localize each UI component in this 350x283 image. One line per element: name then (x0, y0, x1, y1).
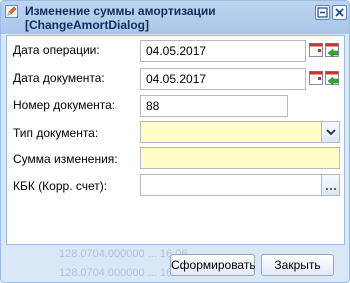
ellipsis-icon (326, 188, 336, 190)
form-panel: Дата операции: 04.05.2017 Дата документа… (6, 35, 345, 245)
minimize-button[interactable] (315, 5, 330, 20)
change-amort-dialog: Изменение суммы амортизации [ChangeAmort… (0, 0, 350, 283)
title-bar[interactable]: Изменение суммы амортизации [ChangeAmort… (1, 1, 349, 34)
clear-date-icon[interactable] (325, 70, 340, 86)
operation-date-label: Дата операции: (13, 43, 100, 57)
background-row: 128.0704.000000 ... 16.06 (59, 248, 188, 260)
window-close-icon (335, 8, 344, 17)
title-line-2: [ChangeAmortDialog] (25, 18, 149, 32)
chevron-down-icon (326, 129, 336, 136)
document-date-label: Дата документа: (13, 71, 105, 85)
document-type-dropdown-button[interactable] (322, 121, 340, 143)
background-row: 128.0704.000000 ... 16.06 (59, 267, 188, 279)
title-line-1: Изменение суммы амортизации (25, 4, 216, 18)
kbk-input[interactable] (140, 174, 322, 196)
kbk-label: КБК (Корр. счет): (13, 179, 108, 193)
close-window-button[interactable] (332, 5, 347, 20)
document-date-input[interactable]: 04.05.2017 (140, 68, 306, 90)
edit-icon (5, 5, 18, 18)
window-minimize-icon (317, 7, 328, 18)
document-type-combo[interactable] (140, 121, 322, 143)
calendar-icon[interactable] (309, 42, 324, 58)
clear-date-icon[interactable] (325, 42, 340, 58)
change-amount-input[interactable] (140, 147, 340, 169)
generate-button[interactable]: Сформировать (170, 254, 256, 276)
operation-date-input[interactable]: 04.05.2017 (140, 40, 306, 62)
document-number-input[interactable]: 88 (140, 95, 288, 117)
close-button[interactable]: Закрыть (261, 254, 334, 276)
dialog-title: Изменение суммы амортизации [ChangeAmort… (25, 4, 305, 32)
change-amount-label: Сумма изменения: (13, 152, 118, 166)
document-type-label: Тип документа: (13, 126, 99, 140)
calendar-icon[interactable] (309, 70, 324, 86)
document-number-label: Номер документа: (13, 98, 116, 112)
kbk-select-button[interactable] (322, 174, 340, 196)
